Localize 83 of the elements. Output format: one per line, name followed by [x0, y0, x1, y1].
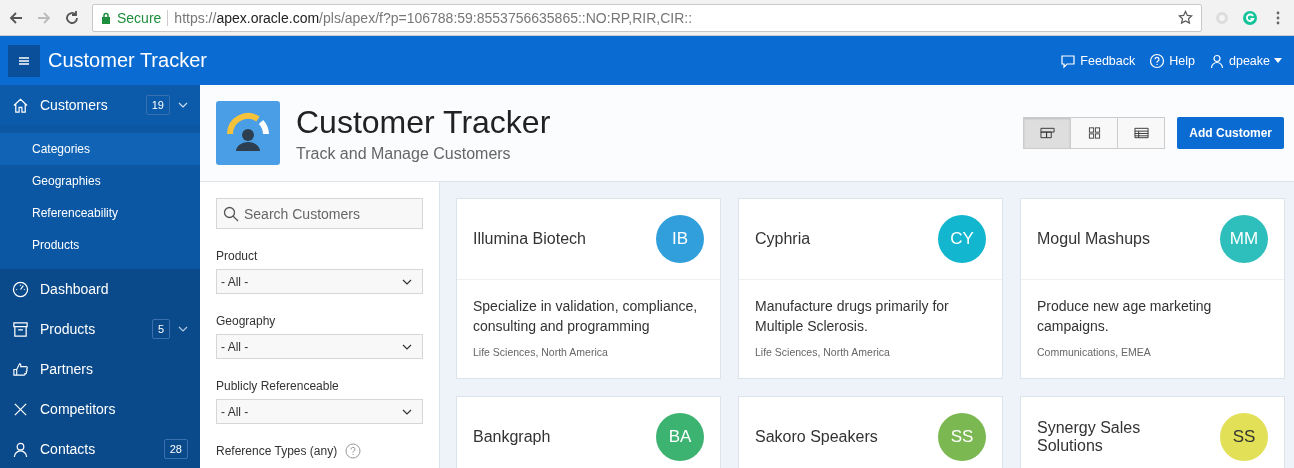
count-badge: 19	[145, 95, 170, 115]
app-title: Customer Tracker	[48, 49, 207, 72]
nav-item[interactable]: Competitors	[0, 389, 200, 429]
menu-button[interactable]	[8, 44, 40, 77]
view-toggle[interactable]	[1117, 117, 1166, 149]
initials-avatar: SS	[938, 413, 986, 461]
initials-avatar: MM	[1220, 215, 1268, 263]
nav-item[interactable]: Partners	[0, 349, 200, 389]
initials-avatar: SS	[1220, 413, 1268, 461]
back-icon[interactable]	[8, 9, 24, 26]
table-view-icon	[1133, 127, 1149, 139]
customer-card[interactable]: Synergy Sales Solutions SS	[1020, 396, 1285, 468]
customer-card[interactable]: Sakoro Speakers SS	[738, 396, 1003, 468]
url-text: https://apex.oracle.com/pls/apex/f?p=106788:59:8553756635865::NO:RP,RIR,CIR::	[174, 9, 693, 26]
initials-avatar: IB	[656, 215, 704, 263]
gauge-icon	[12, 280, 29, 298]
nav-subitem[interactable]: Geographies	[0, 165, 200, 197]
nav-subitem[interactable]: Products	[0, 229, 200, 261]
customer-name: Illumina Biotech	[473, 230, 586, 248]
nav-item[interactable]: Products 5	[0, 309, 200, 349]
customer-tags: Life Sciences, North America	[755, 346, 986, 358]
search-field[interactable]: Search Customers	[216, 198, 423, 229]
count-badge: 5	[151, 319, 170, 339]
customer-description: Produce new age marketing campaigns.	[1037, 297, 1213, 336]
select-field[interactable]: - All -	[216, 334, 423, 359]
initials-avatar: CY	[938, 215, 986, 263]
menu-icon	[18, 55, 30, 66]
customer-card[interactable]: Mogul Mashups MM Produce new age marketing campaigns. Communications, EMEA	[1020, 198, 1285, 379]
header-link[interactable]: dpeake	[1209, 52, 1282, 69]
lock-icon	[101, 11, 111, 24]
customer-name: Sakoro Speakers	[755, 428, 878, 446]
help-icon	[1149, 52, 1166, 69]
view-toggle[interactable]	[1023, 117, 1072, 149]
customer-tags: Communications, EMEA	[1037, 346, 1268, 358]
customer-card[interactable]: Cyphria CY Manufacture drugs primarily for Multiple Sclerosis. Life Sciences, North America	[738, 198, 1003, 379]
cards-view-icon	[1039, 127, 1055, 139]
select-field[interactable]: - All -	[216, 399, 423, 424]
add-customer-button[interactable]: Add Customer	[1177, 117, 1284, 149]
nav-item[interactable]: Customers 19	[0, 85, 200, 125]
user-icon	[1209, 52, 1225, 69]
customer-description: Manufacture drugs primarily for Multiple Sclerosis.	[755, 297, 950, 336]
customer-name: Synergy Sales Solutions	[1037, 419, 1142, 455]
customer-card[interactable]: Bankgraph BA	[456, 396, 721, 468]
reload-icon[interactable]	[64, 9, 80, 26]
chevron-icon	[402, 278, 412, 285]
header-link[interactable]: Help	[1149, 52, 1195, 69]
customer-description: Specialize in validation, compliance, consulting and programming	[473, 297, 699, 336]
nav-item[interactable]: Dashboard	[0, 269, 200, 309]
search-icon	[223, 206, 239, 222]
nav-subitem[interactable]: Categories	[0, 133, 200, 165]
initials-avatar: BA	[656, 413, 704, 461]
filter-label: Reference Types (any)	[216, 444, 338, 458]
star-icon[interactable]	[1178, 10, 1193, 25]
customer-name: Cyphria	[755, 230, 811, 248]
chevron-icon[interactable]	[178, 326, 188, 332]
select-field[interactable]: - All -	[216, 269, 423, 294]
nav-subitem[interactable]: Referenceability	[0, 197, 200, 229]
filter-label: Product	[216, 249, 259, 263]
header-link[interactable]: Feedback	[1060, 52, 1136, 69]
count-badge: 28	[163, 439, 188, 459]
page-subtitle: Track and Manage Customers	[296, 144, 512, 163]
speech-bubble-icon	[1060, 52, 1077, 69]
customer-tags: Life Sciences, North America	[473, 346, 704, 358]
caret-icon	[1274, 58, 1282, 63]
customer-name: Bankgraph	[473, 428, 551, 446]
view-toggle[interactable]	[1070, 117, 1119, 149]
address-bar[interactable]: Secure https://apex.oracle.com/pls/apex/f?p=106788:59:8553756635865::NO:RP,RIR,CIR::	[92, 3, 1202, 32]
app-logo	[216, 101, 280, 165]
customer-name: Mogul Mashups	[1037, 230, 1150, 248]
archive-box-icon	[12, 320, 29, 338]
home-icon	[12, 96, 29, 114]
chevron-icon	[402, 408, 412, 415]
grid-view-icon	[1086, 127, 1102, 139]
filter-label: Publicly Referenceable	[216, 379, 340, 393]
chevron-icon	[402, 343, 412, 350]
chevron-icon[interactable]	[178, 102, 188, 108]
customer-card[interactable]: Illumina Biotech IB Specialize in validation, compliance, consulting and programming Life Sciences, North America	[456, 198, 721, 379]
user-icon	[12, 440, 29, 458]
secure-label: Secure	[117, 9, 162, 26]
thumbs-up-icon	[12, 360, 29, 378]
nav-item[interactable]: Contacts 28	[0, 429, 200, 468]
page-title: Customer Tracker	[296, 103, 551, 141]
filter-label: Geography	[216, 314, 277, 328]
